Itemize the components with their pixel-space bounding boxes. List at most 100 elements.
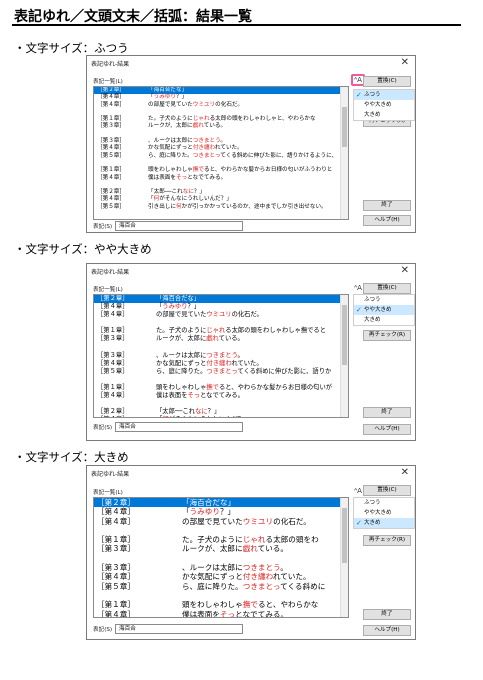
list-item[interactable]: [94, 376, 348, 384]
list-item[interactable]: [94, 131, 348, 138]
list-item[interactable]: [94, 591, 348, 600]
change-button[interactable]: 置換(C): [363, 283, 411, 294]
end-button[interactable]: 終了: [363, 200, 411, 211]
list-item[interactable]: ［第２章］ 「海百合だな」: [94, 498, 348, 508]
chapter-label: ［第４章］: [97, 303, 129, 311]
list-item[interactable]: ［第４章］ かな気配にずっと付き纏われていた。: [94, 360, 348, 368]
list-item[interactable]: ［第４章］ 「うみゆり？」: [94, 303, 348, 311]
results-listbox[interactable]: ［第２章］ 「海百合だな」 ［第４章］ 「うみゆり？」 ［第４章］ の部屋で見ていたウミユ…: [93, 294, 349, 418]
list-item[interactable]: ［第３章］ ルークが、太郎に戯れている。: [94, 544, 348, 553]
list-item[interactable]: [94, 400, 348, 408]
context-fragment: 僕は表面を: [148, 174, 176, 181]
list-item[interactable]: ［第４章］ の部屋で見ていたウミユリの化石だ。: [94, 517, 348, 526]
end-button[interactable]: 終了: [363, 407, 411, 418]
context-text: かな気配にずっと付き纏われていた。: [148, 145, 243, 152]
results-listbox[interactable]: ［第２章］ 「海百合だな」 ［第４章］ 「うみゆり？」 ［第４章］ の部屋で見ていたウミユ…: [93, 86, 349, 220]
menu-item[interactable]: やや大きめ: [354, 100, 414, 110]
list-item[interactable]: ［第３章］ ルークが、太郎に戯れている。: [94, 335, 348, 343]
menu-item[interactable]: ふつう: [354, 498, 414, 508]
context-text: の部屋で見ていたウミユリの化石だ。: [148, 102, 243, 109]
list-item[interactable]: ［第１章］ 頭をわしゃわしゃ撫でると、やわらかな髪からお日様の匂いがふうわりと: [94, 167, 348, 174]
menu-item[interactable]: 大きめ: [354, 315, 414, 325]
change-button[interactable]: 置換(C): [363, 76, 411, 87]
scrollbar-thumb[interactable]: [342, 107, 347, 147]
context-fragment: た。子犬のように: [182, 535, 243, 545]
context-text: ルークが、太郎に戯れている。: [182, 544, 288, 553]
matched-term: うみゆり: [189, 507, 220, 517]
close-icon[interactable]: ✕: [401, 265, 409, 277]
context-fragment: ている。: [203, 123, 227, 130]
dialog-titlebar[interactable]: 表記ゆれ-結果 ✕: [87, 264, 415, 280]
list-item[interactable]: ［第１章］ 頭をわしゃわしゃ撫でると、やわらかな髪からお日様の匂いが: [94, 384, 348, 392]
list-item[interactable]: ［第４章］ 「うみゆり？」: [94, 507, 348, 516]
context-text: 引き出しに何かが引っかかっているのか、途中までしか引き出せない。: [148, 204, 327, 211]
dialog-title: 表記ゆれ-結果: [91, 269, 130, 276]
context-fragment: 僕は表面を: [182, 609, 220, 618]
help-button[interactable]: ヘルプ(H): [363, 625, 411, 636]
scrollbar-thumb[interactable]: [342, 508, 347, 563]
context-text: 「うみゆり？」: [182, 507, 235, 516]
list-scrollbar[interactable]: [340, 295, 348, 417]
context-fragment: ら、庭に降りた。: [148, 152, 193, 159]
change-button[interactable]: 置換(C): [363, 485, 411, 496]
context-fragment: 。: [280, 563, 288, 573]
context-fragment: となでてみる。: [187, 174, 227, 181]
checkmark-icon: ✓: [356, 306, 362, 314]
close-icon[interactable]: ✕: [401, 57, 409, 69]
close-icon[interactable]: ✕: [401, 467, 409, 479]
list-item[interactable]: ［第２章］ 「海百合だな」: [94, 87, 348, 95]
list-item[interactable]: ［第５章］ ら、庭に降りた。つきまとってくる斜めに伸びた影に、語りか: [94, 368, 348, 376]
list-item[interactable]: ［第４章］ 僕は表面をそっとなでてみる。: [94, 175, 348, 182]
list-item[interactable]: ［第５章］ ら、庭に降りた。つきまとってくる斜めに: [94, 582, 348, 591]
list-item[interactable]: ［第４章］ 「何がそんなにうれしいんだ？」: [94, 416, 348, 417]
recheck-button[interactable]: 再チェック(R): [363, 330, 411, 341]
list-item[interactable]: ［第３章］ ルークが、太郎に戯れている。: [94, 123, 348, 130]
help-button[interactable]: ヘルプ(H): [363, 424, 411, 435]
list-item[interactable]: ［第５章］ ら、庭に降りた。つきまとってくる斜めに伸びた影に、語りかけるように、: [94, 153, 348, 160]
list-item[interactable]: [94, 526, 348, 535]
list-item[interactable]: [94, 554, 348, 563]
menu-item[interactable]: やや大きめ: [354, 508, 414, 518]
list-item[interactable]: ［第４章］ かな気配にずっと付き纏われていた。: [94, 572, 348, 581]
chapter-label: ［第４章］: [97, 311, 129, 319]
list-item[interactable]: ［第２章］ 「海百合だな」: [94, 295, 348, 304]
dialog-titlebar[interactable]: 表記ゆれ-結果 ✕: [87, 56, 415, 72]
list-item[interactable]: [94, 182, 348, 189]
menu-item[interactable]: ✓ ふつう: [354, 90, 414, 100]
notation-field[interactable]: 海百合: [115, 221, 243, 231]
list-item[interactable]: ［第４章］ の部屋で見ていたウミユリの化石だ。: [94, 311, 348, 319]
chapter-label: ［第５章］: [97, 367, 129, 375]
end-button[interactable]: 終了: [363, 609, 411, 620]
section-label: ・文字サイズ：大きめ: [14, 450, 129, 464]
context-fragment: かな気配にずっと: [182, 572, 243, 582]
list-item[interactable]: ［第４章］ かな気配にずっと付き纏われていた。: [94, 145, 348, 152]
help-button[interactable]: ヘルプ(H): [363, 215, 411, 226]
list-item[interactable]: ［第４章］ 「何がそんなにうれしいんだ？」: [94, 196, 348, 203]
list-scrollbar[interactable]: [340, 87, 348, 219]
context-fragment: 」: [227, 498, 236, 507]
list-item[interactable]: [94, 344, 348, 352]
menu-item[interactable]: ✓ 大きめ: [354, 518, 414, 528]
context-text: 僕は表面をそっとなでてみる。: [182, 609, 288, 618]
list-item[interactable]: ［第４章］ 僕は表面をそっとなでてみる。: [94, 392, 348, 400]
results-listbox[interactable]: ［第２章］ 「海百合だな」 ［第４章］ 「うみゆり？」 ［第４章］ の部屋で見ていたウミユ…: [93, 497, 349, 618]
menu-item[interactable]: ✓ やや大きめ: [354, 305, 414, 315]
list-item[interactable]: ［第５章］ 引き出しに何かが引っかかっているのか、途中までしか引き出せない。: [94, 204, 348, 211]
list-scrollbar[interactable]: [340, 498, 348, 617]
scrollbar-thumb[interactable]: [342, 305, 347, 365]
menu-item[interactable]: ふつう: [354, 295, 414, 305]
context-text: ら、庭に降りた。つきまとってくる斜めに伸びた影に、語りかけるように、: [148, 153, 337, 160]
list-item[interactable]: ［第４章］ の部屋で見ていたウミユリの化石だ。: [94, 102, 348, 109]
notation-field[interactable]: 海百合: [115, 624, 243, 634]
recheck-button[interactable]: 再チェック(R): [363, 535, 411, 546]
list-item[interactable]: ［第３章］ 、ルークは太郎につきまとう。: [94, 563, 348, 572]
chapter-label: ［第１章］: [97, 600, 135, 610]
list-item[interactable]: ［第４章］ 僕は表面をそっとなでてみる。: [94, 609, 348, 618]
menu-item[interactable]: 大きめ: [354, 110, 414, 120]
list-item[interactable]: ［第１章］ 頭をわしゃわしゃ撫でると、やわらかな: [94, 600, 348, 609]
list-item[interactable]: ［第３章］ 、ルークは太郎につきまとう。: [94, 352, 348, 360]
context-fragment: 頭をわしゃわしゃ: [182, 600, 243, 610]
notation-field[interactable]: 海百合: [115, 422, 243, 432]
list-item[interactable]: ［第４章］ 「うみゆり？」: [94, 94, 348, 101]
dialog-titlebar[interactable]: 表記ゆれ-結果 ✕: [87, 466, 415, 482]
